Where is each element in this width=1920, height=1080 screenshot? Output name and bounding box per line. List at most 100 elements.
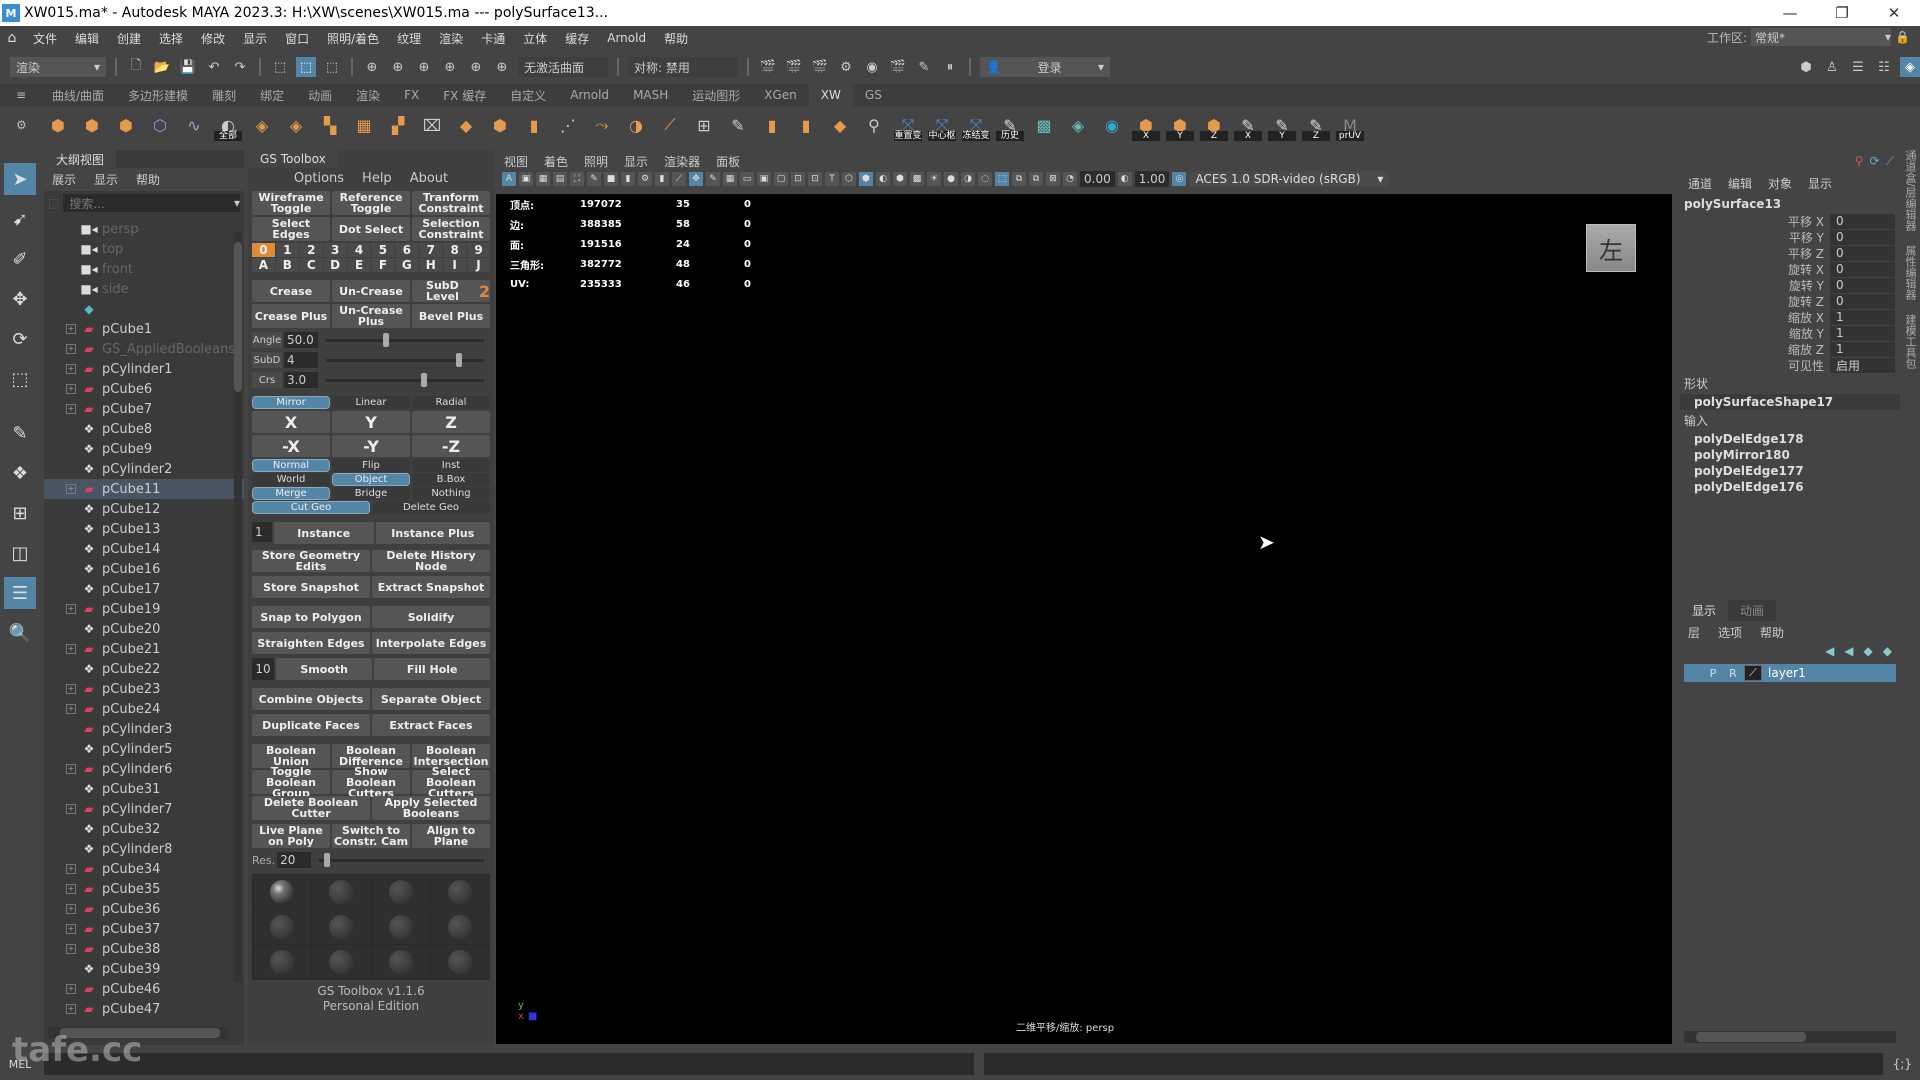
expand-icon[interactable]: + bbox=[66, 384, 76, 394]
center-pivot-button[interactable]: ⤧ 中心枢 bbox=[928, 111, 956, 141]
attribute-editor-icon[interactable]: ☰ bbox=[1848, 57, 1868, 77]
selection-set-9[interactable]: 9 bbox=[467, 243, 490, 257]
selection-set-0[interactable]: 0 bbox=[252, 243, 275, 257]
expand-icon[interactable]: + bbox=[66, 644, 76, 654]
mirror-x-button[interactable]: X bbox=[252, 411, 330, 433]
combine-tool-icon[interactable]: ◈ bbox=[282, 111, 310, 139]
distribute-tool-icon[interactable]: ⋰ bbox=[554, 111, 582, 139]
maximize-button[interactable]: ❐ bbox=[1816, 0, 1868, 26]
outliner-item[interactable]: ❖ pCube12 bbox=[44, 499, 244, 519]
hypershade-shelf-icon[interactable]: ◉ bbox=[1098, 111, 1126, 139]
mirror-x-button[interactable]: ⬢ X bbox=[1132, 111, 1160, 141]
layer-row[interactable]: P R ⟋ layer1 bbox=[1684, 664, 1896, 682]
selection-set-8[interactable]: 8 bbox=[443, 243, 467, 257]
select-edges-button[interactable]: Select Edges bbox=[252, 217, 330, 241]
tool-settings-icon[interactable]: ☷ bbox=[1874, 57, 1894, 77]
wireframe-icon[interactable]: ⬡ bbox=[842, 172, 856, 186]
layer-tab-animation[interactable]: 动画 bbox=[1728, 600, 1777, 621]
layer-visibility-toggle[interactable] bbox=[1684, 665, 1702, 681]
store-snapshot-button[interactable]: Store Snapshot bbox=[252, 576, 370, 598]
material-preset-button[interactable] bbox=[253, 910, 312, 944]
outliner-item[interactable]: + ▰ pCube7 bbox=[44, 399, 244, 419]
mirror-neg-y-button[interactable]: -Y bbox=[332, 435, 410, 457]
shelf-settings-icon[interactable]: ⚙ bbox=[16, 118, 27, 132]
instance-plus-button[interactable]: Instance Plus bbox=[375, 522, 490, 544]
slider-handle[interactable] bbox=[382, 332, 389, 347]
grease-pencil-tool-icon[interactable]: ✎ bbox=[706, 172, 720, 186]
subd-slider[interactable] bbox=[326, 352, 484, 367]
layout-tool-icon[interactable]: ▞ bbox=[384, 111, 412, 139]
outliner-item[interactable]: ❖ pCube22 bbox=[44, 659, 244, 679]
crease-button[interactable]: Crease bbox=[252, 280, 330, 302]
res-slider[interactable] bbox=[319, 852, 484, 867]
select-camera-icon[interactable]: A bbox=[502, 172, 516, 186]
side-tab-attribute-editor[interactable]: 属性编辑器 bbox=[1902, 245, 1918, 300]
delete-history-button[interactable]: ✎ 历史 bbox=[996, 111, 1024, 141]
menu-windows[interactable]: 窗口 bbox=[276, 30, 318, 47]
outliner-item[interactable]: + ▰ GS_AppliedBooleans bbox=[44, 339, 244, 359]
shelf-tab-poly-modeling[interactable]: 多边形建模 bbox=[116, 84, 200, 106]
shelf-tab-xgen[interactable]: XGen bbox=[752, 84, 809, 106]
snap-vertex-icon[interactable]: ⊕ bbox=[492, 57, 512, 77]
shelf-tab-fx[interactable]: FX bbox=[392, 84, 431, 106]
gamma-input[interactable]: 1.00 bbox=[1134, 171, 1170, 187]
selection-set-f[interactable]: F bbox=[371, 258, 395, 272]
outliner-item[interactable]: + ▰ pCube21 bbox=[44, 639, 244, 659]
expand-icon[interactable]: + bbox=[66, 944, 76, 954]
channel-row[interactable]: 缩放 Z1 bbox=[1680, 341, 1900, 357]
default-material-icon[interactable]: ◐ bbox=[876, 172, 890, 186]
close-button[interactable]: ✕ bbox=[1868, 0, 1920, 26]
side-tab-modeling-toolkit[interactable]: 建模工具包 bbox=[1902, 314, 1918, 369]
align-to-plane-button[interactable]: Align to Plane bbox=[412, 824, 490, 848]
outliner-tab[interactable]: 大纲视图 bbox=[44, 150, 117, 168]
multi-cut-tool-icon[interactable]: ✎ bbox=[4, 417, 36, 449]
sync-icon[interactable]: ⟳ bbox=[1870, 154, 1880, 169]
material-preset-button[interactable] bbox=[371, 945, 430, 979]
shape-node[interactable]: polySurfaceShape17 bbox=[1680, 394, 1900, 410]
lasso-tool-icon[interactable]: ➹ bbox=[4, 203, 36, 235]
image-plane-icon[interactable]: ▤ bbox=[553, 172, 567, 186]
channel-row[interactable]: 旋转 X0 bbox=[1680, 261, 1900, 277]
menu-texturing[interactable]: 纹理 bbox=[388, 30, 430, 47]
crs-slider[interactable] bbox=[326, 372, 484, 387]
human-ik-icon[interactable]: ♙ bbox=[1822, 57, 1842, 77]
outliner-item[interactable]: + ▰ pCylinder6 bbox=[44, 759, 244, 779]
move-tool-icon[interactable]: ✥ bbox=[4, 283, 36, 315]
expand-icon[interactable]: + bbox=[66, 864, 76, 874]
shelf-tab-rigging[interactable]: 绑定 bbox=[248, 84, 296, 106]
shelf-tab-fx-caching[interactable]: FX 缓存 bbox=[431, 84, 498, 106]
split-tool-icon[interactable]: ◑ bbox=[622, 111, 650, 139]
gamma-icon[interactable]: ◐ bbox=[1117, 172, 1132, 186]
shelf-tab-arnold[interactable]: Arnold bbox=[558, 84, 621, 106]
scrollbar-thumb[interactable] bbox=[1696, 1032, 1806, 1042]
channel-name[interactable]: 旋转 Z bbox=[1680, 293, 1830, 310]
reset-transform-button[interactable]: ⤧ 重置变 bbox=[894, 111, 922, 141]
uncrease-button[interactable]: Un-Crease bbox=[332, 280, 410, 302]
last-tool-icon[interactable]: ❖ bbox=[4, 457, 36, 489]
new-layer-selected-icon[interactable]: ◆ bbox=[1883, 644, 1892, 658]
live-plane-on-poly-button[interactable]: Live Plane on Poly bbox=[252, 824, 330, 848]
layer-name[interactable]: layer1 bbox=[1768, 666, 1806, 680]
shelf-tab-animation[interactable]: 动画 bbox=[296, 84, 344, 106]
shadows-icon[interactable]: ● bbox=[944, 172, 958, 186]
outliner-vertical-scrollbar[interactable] bbox=[234, 232, 242, 982]
outliner-item[interactable]: + ▰ pCube19 bbox=[44, 599, 244, 619]
layer-menu-options[interactable]: 选项 bbox=[1718, 624, 1742, 641]
flip-x-button[interactable]: ✎ X bbox=[1234, 111, 1262, 141]
mirror-y-button[interactable]: ⬢ Y bbox=[1166, 111, 1194, 141]
search-icon[interactable]: 🔍 bbox=[4, 617, 36, 649]
menuset-dropdown[interactable]: 渲染 ▾ bbox=[10, 57, 106, 77]
combine-objects-button[interactable]: Combine Objects bbox=[252, 688, 370, 710]
expand-icon[interactable]: + bbox=[66, 924, 76, 934]
live-surface-field[interactable]: 无激活曲面 bbox=[518, 57, 608, 77]
outliner-search-input[interactable]: 搜索... ▾ bbox=[63, 194, 240, 212]
command-input[interactable] bbox=[44, 1053, 974, 1075]
toggle-boolean-group-button[interactable]: Toggle Boolean Group bbox=[252, 766, 330, 799]
grid-icon[interactable]: ▦ bbox=[723, 172, 737, 186]
menu-display[interactable]: 显示 bbox=[234, 30, 276, 47]
expand-icon[interactable]: + bbox=[66, 484, 76, 494]
expand-icon[interactable]: + bbox=[66, 1004, 76, 1014]
ipr-render-icon[interactable]: 🎬 bbox=[810, 57, 830, 77]
outliner-item[interactable]: ❖ pCylinder5 bbox=[44, 739, 244, 759]
layer-playback-toggle[interactable]: P bbox=[1704, 665, 1722, 681]
